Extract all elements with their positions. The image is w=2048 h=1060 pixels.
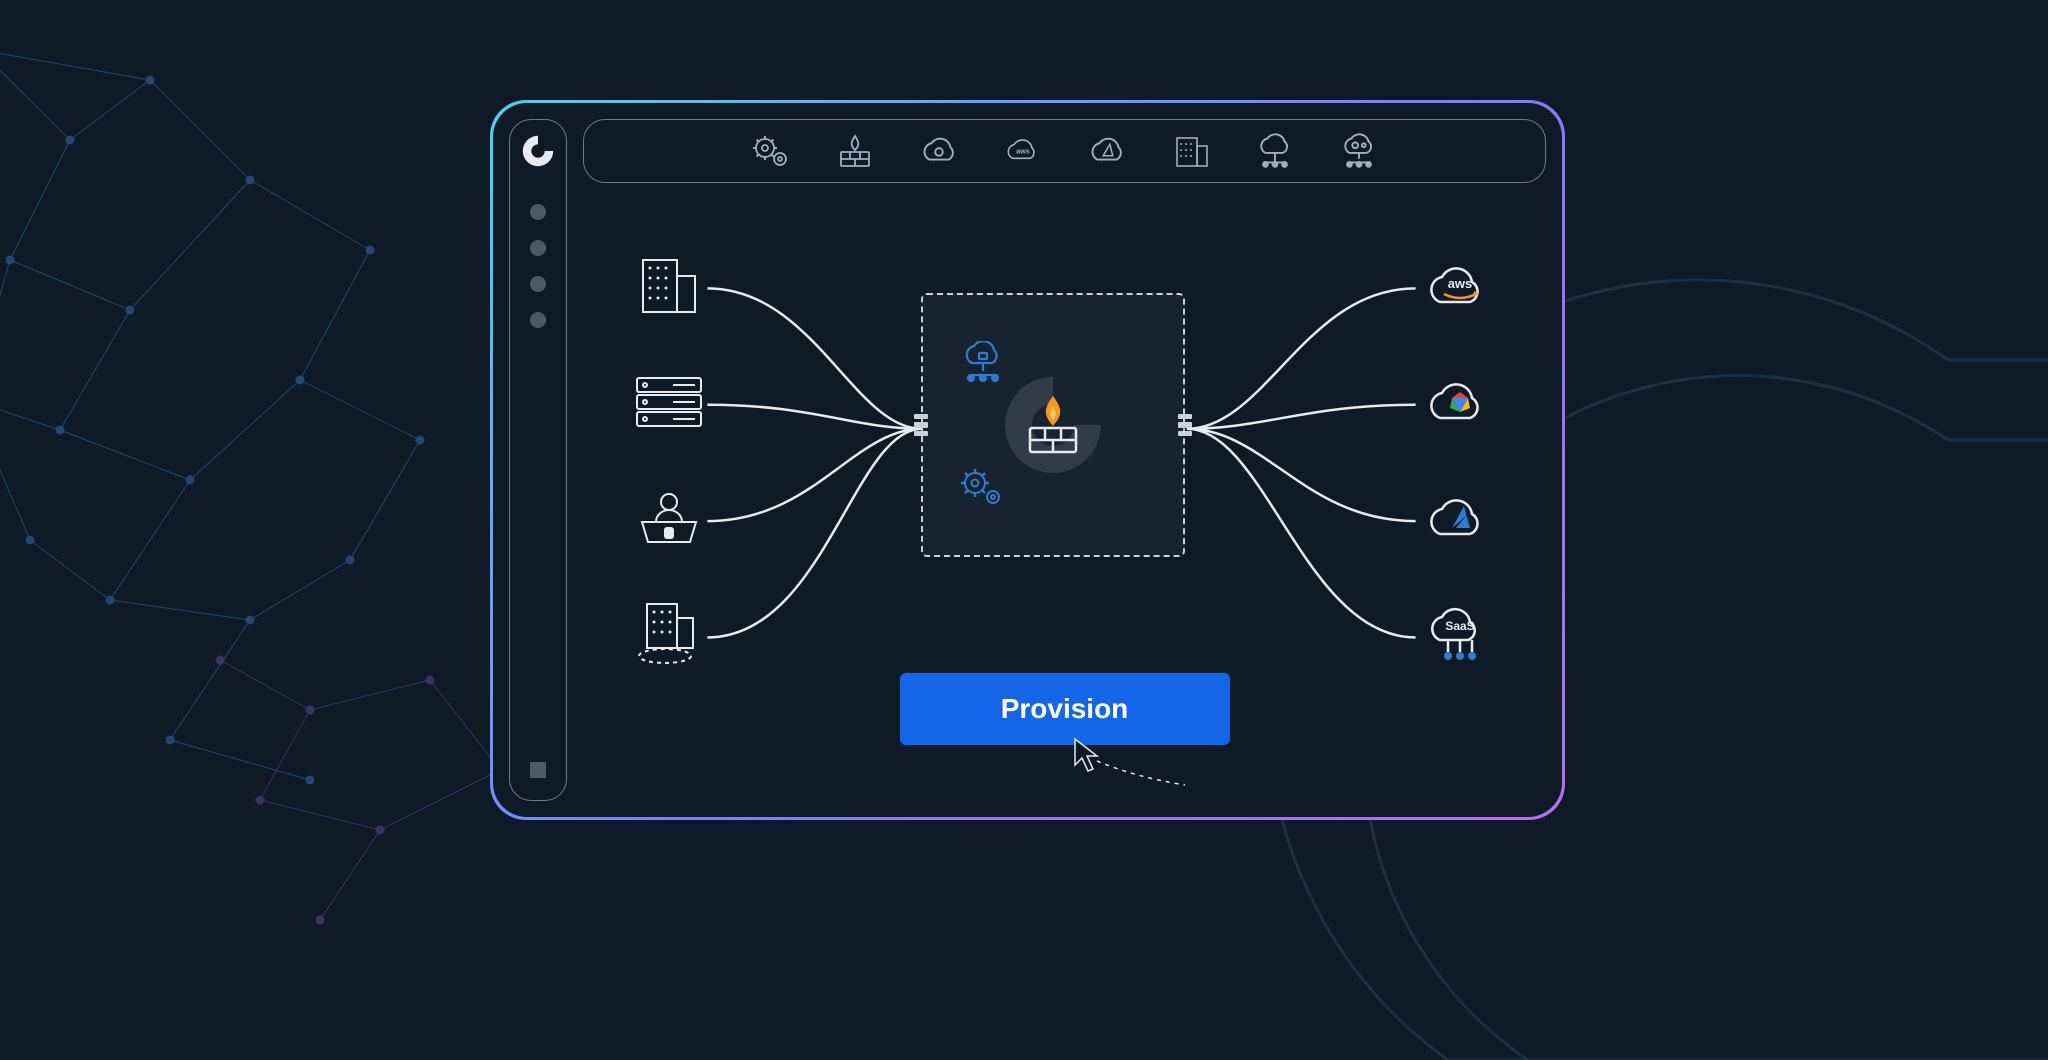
network-cloud-icon: [959, 341, 1007, 385]
sidebar: [509, 119, 567, 801]
datacenter-icon[interactable]: [631, 251, 707, 321]
topology-canvas: aws: [583, 183, 1546, 801]
gcp-cloud-icon[interactable]: [1422, 367, 1498, 437]
datacenter-icon[interactable]: [1170, 133, 1212, 169]
svg-text:SaaS: SaaS: [1445, 619, 1474, 633]
svg-text:aws: aws: [1016, 146, 1030, 155]
server-rack-icon[interactable]: [631, 367, 707, 437]
sidebar-nav-dot[interactable]: [530, 312, 546, 328]
remote-user-icon[interactable]: [631, 483, 707, 553]
toolbar: aws: [583, 119, 1546, 183]
aws-cloud-icon[interactable]: aws: [1422, 251, 1498, 321]
central-firewall-box[interactable]: [921, 293, 1185, 557]
sidebar-nav-dot[interactable]: [530, 204, 546, 220]
aws-cloud-icon[interactable]: aws: [1002, 133, 1044, 169]
azure-cloud-icon[interactable]: [1086, 133, 1128, 169]
network-cloud-icon[interactable]: [1254, 133, 1296, 169]
sidebar-stop-icon[interactable]: [530, 762, 546, 778]
app-logo-icon: [519, 132, 557, 170]
decorative-network-left: [0, 0, 500, 920]
gear-icon: [959, 467, 1005, 509]
provision-button-label: Provision: [1001, 693, 1129, 725]
provision-button[interactable]: Provision: [900, 673, 1230, 745]
sidebar-nav-dot[interactable]: [530, 240, 546, 256]
branch-office-icon[interactable]: [631, 599, 707, 669]
automation-cloud-icon[interactable]: [1338, 133, 1380, 169]
sidebar-nav-dot[interactable]: [530, 276, 546, 292]
app-window: aws: [490, 100, 1565, 820]
gcp-cloud-icon[interactable]: [918, 133, 960, 169]
azure-cloud-icon[interactable]: [1422, 483, 1498, 553]
firewall-icon: [1020, 392, 1086, 458]
settings-icon[interactable]: [750, 133, 792, 169]
saas-cloud-icon[interactable]: SaaS: [1422, 599, 1498, 669]
firewall-icon[interactable]: [834, 133, 876, 169]
svg-text:aws: aws: [1448, 276, 1473, 291]
